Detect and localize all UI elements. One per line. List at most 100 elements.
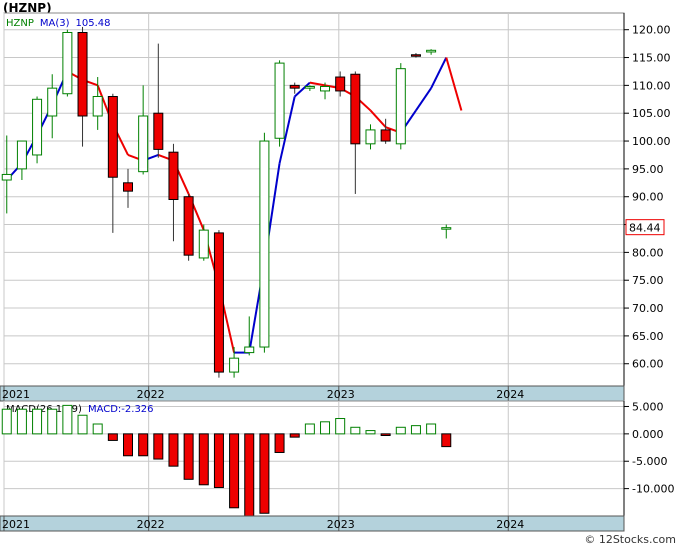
price-legend-item: 105.48 — [76, 18, 111, 29]
macd-bar — [213, 433, 224, 489]
price-legend-item: MA(3) — [40, 18, 70, 29]
last-price-label: 84.44 — [629, 222, 661, 235]
candle-body — [1, 173, 12, 181]
macd-bar — [244, 433, 255, 517]
macd-bar — [77, 414, 88, 435]
price-tick-label: 120.00 — [632, 24, 671, 37]
price-tick-label: 75.00 — [632, 274, 664, 287]
macd-bar — [350, 426, 361, 435]
price-year-label: 2024 — [496, 388, 524, 401]
candle-body — [365, 129, 376, 145]
candle-body — [92, 96, 103, 117]
price-year-label: 2022 — [137, 388, 165, 401]
macd-year-label: 2024 — [496, 518, 524, 531]
macd-year-label: 2022 — [137, 518, 165, 531]
price-tick-label: 115.00 — [632, 52, 671, 65]
macd-bar — [274, 433, 285, 453]
candle — [32, 96, 43, 164]
macd-plot-area — [3, 400, 625, 517]
candle-body — [426, 49, 437, 53]
macd-year-label: 2021 — [2, 518, 30, 531]
macd-bar — [16, 408, 27, 435]
macd-bar — [441, 433, 452, 448]
macd-bar — [153, 433, 164, 460]
candle-body — [47, 87, 58, 117]
candle-body — [410, 54, 421, 57]
candle — [259, 132, 270, 353]
price-year-label: 2023 — [327, 388, 355, 401]
candle-body — [335, 76, 346, 92]
price-tick-label: 80.00 — [632, 246, 664, 259]
macd-bar — [380, 433, 391, 437]
price-tick-label: 70.00 — [632, 302, 664, 315]
price-tick-label: 100.00 — [632, 135, 671, 148]
macd-legend: MACD(26,12,9) MACD:-2.326 — [6, 404, 154, 415]
price-tick-label: 60.00 — [632, 358, 664, 371]
stock-chart: (HZNP) 60.0065.0070.0075.0080.0085.0090.… — [0, 1, 676, 546]
macd-bar — [410, 425, 421, 435]
macd-bar — [229, 433, 240, 509]
candle-body — [198, 229, 209, 259]
candle-body — [259, 140, 270, 348]
candle — [213, 230, 224, 378]
candle — [274, 60, 285, 147]
candle-body — [244, 346, 255, 354]
price-tick-label: 105.00 — [632, 107, 671, 120]
macd-bar — [32, 408, 43, 435]
candle-body — [289, 84, 300, 89]
price-plot-area — [3, 12, 625, 387]
macd-panel: 5.000 0.000 -5.000 -10.000 MACD(26,12,9) MACD… — [0, 400, 674, 532]
candle — [198, 224, 209, 261]
candle-body — [16, 140, 27, 170]
price-legend-item: HZNP — [6, 18, 34, 29]
macd-bar — [62, 404, 73, 435]
price-year-label: 2021 — [2, 388, 30, 401]
macd-tick-label: -10.000 — [632, 483, 674, 496]
price-tick-label: 110.00 — [632, 79, 671, 92]
candle-body — [304, 85, 315, 89]
candle — [395, 63, 406, 150]
candle-body — [107, 96, 118, 178]
candle-body — [395, 68, 406, 145]
price-tick-label: 65.00 — [632, 330, 664, 343]
price-panel: 60.0065.0070.0075.0080.0085.0090.0095.00… — [0, 12, 671, 402]
macd-bar — [1, 408, 12, 435]
macd-bar — [395, 426, 406, 435]
macd-bar — [92, 423, 103, 435]
candle-body — [213, 232, 224, 373]
candle-body — [441, 227, 452, 230]
price-tick-label: 95.00 — [632, 163, 664, 176]
candle — [183, 193, 194, 261]
footer-copyright: © 12Stocks.com — [584, 533, 676, 546]
candle-body — [320, 85, 331, 92]
macd-bar — [168, 433, 179, 467]
candle-body — [229, 357, 240, 373]
candle-body — [77, 31, 88, 117]
macd-year-band — [0, 515, 625, 532]
candle-body — [183, 196, 194, 256]
candle-body — [380, 129, 391, 142]
macd-tick-label: -5.000 — [632, 455, 667, 468]
macd-bar — [183, 433, 194, 480]
macd-bar — [123, 433, 133, 457]
candle-body — [62, 31, 73, 95]
candle-body — [123, 182, 133, 192]
candle-body — [138, 115, 149, 173]
macd-bar — [320, 421, 331, 435]
candle — [62, 29, 73, 97]
price-legend: HZNP MA(3) 105.48 — [6, 18, 111, 29]
macd-bar — [304, 423, 315, 435]
candle-body — [274, 62, 285, 139]
candle-body — [168, 151, 179, 201]
candle-body — [32, 98, 43, 156]
macd-tick-label: 5.000 — [632, 400, 664, 413]
candle-body — [350, 73, 361, 145]
macd-bar — [138, 433, 149, 457]
macd-bar — [47, 408, 58, 435]
macd-bar — [335, 418, 346, 435]
price-year-band — [0, 385, 625, 402]
macd-bar — [107, 433, 118, 441]
macd-bar — [289, 433, 300, 438]
macd-bar — [259, 433, 270, 514]
macd-tick-label: 0.000 — [632, 428, 664, 441]
